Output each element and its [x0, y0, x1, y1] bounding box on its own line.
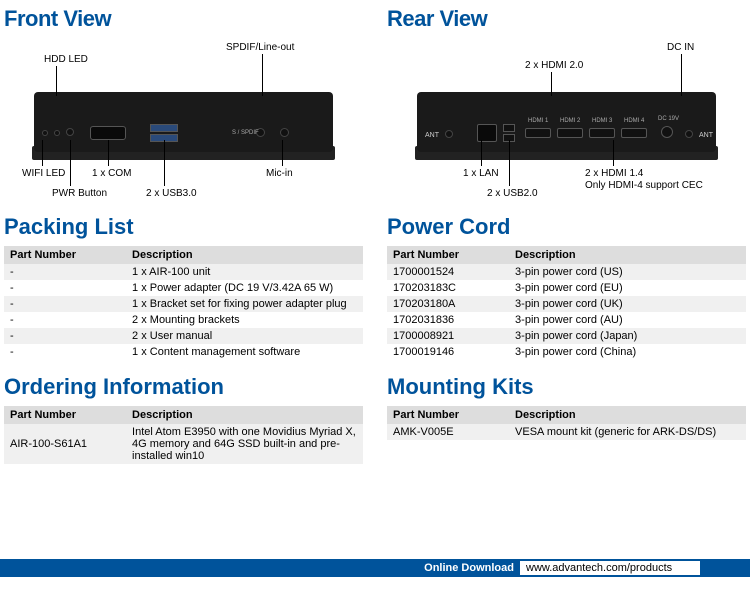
label-wifi-led: WIFI LED	[22, 168, 65, 179]
table-row: AMK-V005EVESA mount kit (generic for ARK…	[387, 424, 746, 440]
table-row: -2 x User manual	[4, 328, 363, 344]
table-row: 17020318363-pin power cord (AU)	[387, 312, 746, 328]
footer-url: www.advantech.com/products	[520, 561, 700, 575]
table-row: 17000089213-pin power cord (Japan)	[387, 328, 746, 344]
rear-chassis: ANT HDMI 1 HDMI 2 HDMI 3 HDMI 4 DC 19V	[417, 92, 716, 152]
table-row: 17000015243-pin power cord (US)	[387, 264, 746, 280]
label-mic: Mic-in	[266, 168, 293, 179]
packing-table: Part NumberDescription -1 x AIR-100 unit…	[4, 246, 363, 360]
rear-view-diagram: DC IN 2 x HDMI 2.0 ANT HDMI 1 HDMI 2 HDM…	[387, 40, 746, 200]
label-spdif: SPDIF/Line-out	[226, 42, 294, 53]
front-view-diagram: HDD LED SPDIF/Line-out S / SPDIF WIFI LE…	[4, 40, 363, 200]
table-row: AIR-100-S61A1Intel Atom E3950 with one M…	[4, 424, 363, 464]
front-chassis: S / SPDIF	[34, 92, 333, 152]
label-dcin: DC IN	[667, 42, 694, 53]
label-com: 1 x COM	[92, 168, 131, 179]
footer-download-label: Online Download	[424, 562, 514, 574]
label-hdmi20: 2 x HDMI 2.0	[525, 60, 583, 71]
rear-view-title: Rear View	[387, 6, 746, 32]
table-row: 170203183C3-pin power cord (EU)	[387, 280, 746, 296]
label-hdmi14-note: Only HDMI-4 support CEC	[585, 180, 703, 191]
label-lan: 1 x LAN	[463, 168, 499, 179]
table-row: -2 x Mounting brackets	[4, 312, 363, 328]
mounting-title: Mounting Kits	[387, 374, 746, 400]
label-hdd-led: HDD LED	[44, 54, 88, 65]
label-hdmi14: 2 x HDMI 1.4	[585, 168, 643, 179]
table-row: 17000191463-pin power cord (China)	[387, 344, 746, 360]
ordering-title: Ordering Information	[4, 374, 363, 400]
table-row: -1 x Bracket set for fixing power adapte…	[4, 296, 363, 312]
mounting-table: Part NumberDescription AMK-V005EVESA mou…	[387, 406, 746, 440]
footer-bar: Online Download www.advantech.com/produc…	[0, 559, 750, 577]
table-row: 170203180A3-pin power cord (UK)	[387, 296, 746, 312]
powercord-title: Power Cord	[387, 214, 746, 240]
label-usb2: 2 x USB2.0	[487, 188, 538, 199]
packing-title: Packing List	[4, 214, 363, 240]
label-usb3: 2 x USB3.0	[146, 188, 197, 199]
front-view-title: Front View	[4, 6, 363, 32]
label-pwr: PWR Button	[52, 188, 107, 199]
table-row: -1 x Content management software	[4, 344, 363, 360]
ordering-table: Part NumberDescription AIR-100-S61A1Inte…	[4, 406, 363, 464]
table-row: -1 x AIR-100 unit	[4, 264, 363, 280]
powercord-table: Part NumberDescription 17000015243-pin p…	[387, 246, 746, 360]
table-row: -1 x Power adapter (DC 19 V/3.42A 65 W)	[4, 280, 363, 296]
